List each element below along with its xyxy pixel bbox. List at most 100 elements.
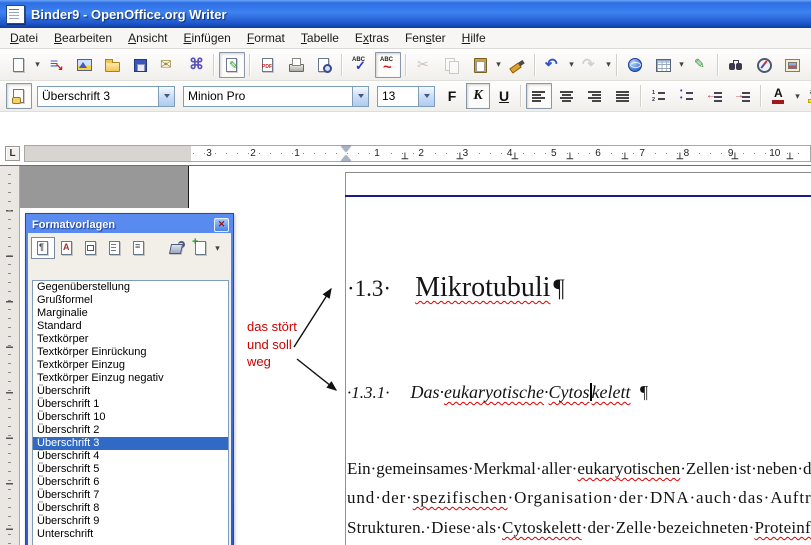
text-arrow-button[interactable] xyxy=(43,52,69,78)
new-document-dropdown[interactable] xyxy=(33,53,42,77)
export-pdf-button[interactable] xyxy=(255,52,281,78)
vertical-ruler[interactable] xyxy=(0,166,20,545)
menu-format[interactable]: Format xyxy=(239,29,293,47)
list-styles-button[interactable] xyxy=(127,237,151,259)
table-button[interactable] xyxy=(650,52,676,78)
panel-title-bar[interactable]: Formatvorlagen ✕ xyxy=(28,216,231,233)
tab-stop-icon[interactable]: ⊥ xyxy=(456,151,464,162)
style-item[interactable]: Überschrift 8 xyxy=(33,502,228,515)
menu-hilfe[interactable]: Hilfe xyxy=(454,29,494,47)
gallery-button[interactable] xyxy=(779,52,805,78)
style-item[interactable]: Textkörper Einzug negativ xyxy=(33,372,228,385)
new-style-from-selection-dropdown[interactable] xyxy=(213,243,222,254)
style-item[interactable]: Überschrift 1 xyxy=(33,398,228,411)
style-item[interactable]: Unterschrift xyxy=(33,528,228,541)
character-styles-button[interactable] xyxy=(55,237,79,259)
underline-button[interactable]: U xyxy=(492,83,516,109)
data-sources-button[interactable] xyxy=(807,52,811,78)
increase-indent-button[interactable] xyxy=(730,83,756,109)
menu-ansicht[interactable]: Ansicht xyxy=(120,29,175,47)
numbered-list-button[interactable] xyxy=(646,83,672,109)
tab-stop-icon[interactable]: ⊥ xyxy=(786,151,794,162)
align-center-button[interactable] xyxy=(554,83,580,109)
command-symbol-button[interactable] xyxy=(183,52,209,78)
frame-styles-button[interactable] xyxy=(79,237,103,259)
align-left-button[interactable] xyxy=(526,83,552,109)
bullet-list-button[interactable] xyxy=(674,83,700,109)
font-color-button[interactable] xyxy=(766,83,792,109)
italic-button[interactable]: K xyxy=(466,83,490,109)
style-item[interactable]: Standard xyxy=(33,320,228,333)
tab-stop-icon[interactable]: ⊥ xyxy=(676,151,684,162)
undo-dropdown[interactable] xyxy=(567,53,576,77)
hyperlink-button[interactable] xyxy=(622,52,648,78)
tab-stop-icon[interactable]: ⊥ xyxy=(511,151,519,162)
table-dropdown[interactable] xyxy=(677,53,686,77)
menu-bearbeiten[interactable]: Bearbeiten xyxy=(46,29,120,47)
format-paintbrush-button[interactable] xyxy=(504,52,530,78)
style-item[interactable]: Überschrift xyxy=(33,385,228,398)
email-button[interactable] xyxy=(155,52,181,78)
font-color-dropdown[interactable] xyxy=(793,84,802,108)
style-item[interactable]: Überschrift 5 xyxy=(33,463,228,476)
tab-stop-icon[interactable]: ⊥ xyxy=(621,151,629,162)
insert-image-button[interactable] xyxy=(71,52,97,78)
styles-window-button[interactable] xyxy=(6,83,32,109)
style-item[interactable]: Überschrift 9 xyxy=(33,515,228,528)
style-item[interactable]: Marginalie xyxy=(33,307,228,320)
paragraph-styles-button[interactable] xyxy=(31,237,55,259)
highlighting-button[interactable] xyxy=(803,83,811,109)
style-item[interactable]: Überschrift 3 xyxy=(33,437,228,450)
spellcheck-button[interactable] xyxy=(347,52,373,78)
menu-extras[interactable]: Extras xyxy=(347,29,397,47)
save-button[interactable] xyxy=(127,52,153,78)
horizontal-ruler[interactable]: 32112345678910⊥⊥⊥⊥⊥⊥⊥⊥ xyxy=(24,145,811,162)
font-size-dropdown[interactable] xyxy=(418,86,435,107)
align-right-button[interactable] xyxy=(582,83,608,109)
navigator-button[interactable] xyxy=(751,52,777,78)
paragraph-style-value[interactable]: Überschrift 3 xyxy=(37,86,158,107)
style-item[interactable]: Überschrift 10 xyxy=(33,411,228,424)
redo-dropdown[interactable] xyxy=(604,53,613,77)
find-replace-button[interactable] xyxy=(723,52,749,78)
tab-stop-icon[interactable]: ⊥ xyxy=(401,151,409,162)
menu-tabelle[interactable]: Tabelle xyxy=(293,29,347,47)
menu-einfügen[interactable]: Einfügen xyxy=(175,29,238,47)
style-item[interactable]: Überschrift 6 xyxy=(33,476,228,489)
page-preview-button[interactable] xyxy=(311,52,337,78)
font-size-value[interactable]: 13 xyxy=(377,86,418,107)
font-name-value[interactable]: Minion Pro xyxy=(183,86,352,107)
new-style-from-selection-button[interactable] xyxy=(189,237,213,259)
decrease-indent-button[interactable] xyxy=(702,83,728,109)
fill-format-mode-button[interactable] xyxy=(165,237,189,259)
style-item[interactable]: Grußformel xyxy=(33,294,228,307)
title-bar[interactable]: Binder9 - OpenOffice.org Writer xyxy=(0,0,811,28)
print-button[interactable] xyxy=(283,52,309,78)
paste-dropdown[interactable] xyxy=(494,53,503,77)
draw-functions-button[interactable] xyxy=(687,52,713,78)
new-document-button[interactable] xyxy=(6,52,32,78)
paragraph-style-dropdown[interactable] xyxy=(158,86,175,107)
font-name-dropdown[interactable] xyxy=(352,86,369,107)
menu-datei[interactable]: Datei xyxy=(2,29,46,47)
tab-type-button[interactable]: L xyxy=(5,146,20,161)
autospellcheck-button[interactable] xyxy=(375,52,401,78)
align-justify-button[interactable] xyxy=(610,83,636,109)
style-item[interactable]: Gegenüberstellung xyxy=(33,281,228,294)
bold-button[interactable]: F xyxy=(440,83,464,109)
panel-close-button[interactable]: ✕ xyxy=(214,218,229,232)
open-button[interactable] xyxy=(99,52,125,78)
style-list[interactable]: GegenüberstellungGrußformelMarginalieSta… xyxy=(32,280,229,545)
style-item[interactable]: Textkörper Einrückung xyxy=(33,346,228,359)
style-item[interactable]: Überschrift 7 xyxy=(33,489,228,502)
style-item[interactable]: Überschrift 2 xyxy=(33,424,228,437)
style-item[interactable]: Textkörper xyxy=(33,333,228,346)
style-item[interactable]: Textkörper Einzug xyxy=(33,359,228,372)
menu-fenster[interactable]: Fenster xyxy=(397,29,454,47)
paste-button[interactable] xyxy=(467,52,493,78)
style-item[interactable]: Überschrift 4 xyxy=(33,450,228,463)
page-styles-button[interactable] xyxy=(103,237,127,259)
undo-button[interactable] xyxy=(540,52,566,78)
indent-marker[interactable] xyxy=(341,146,352,161)
tab-stop-icon[interactable]: ⊥ xyxy=(731,151,739,162)
